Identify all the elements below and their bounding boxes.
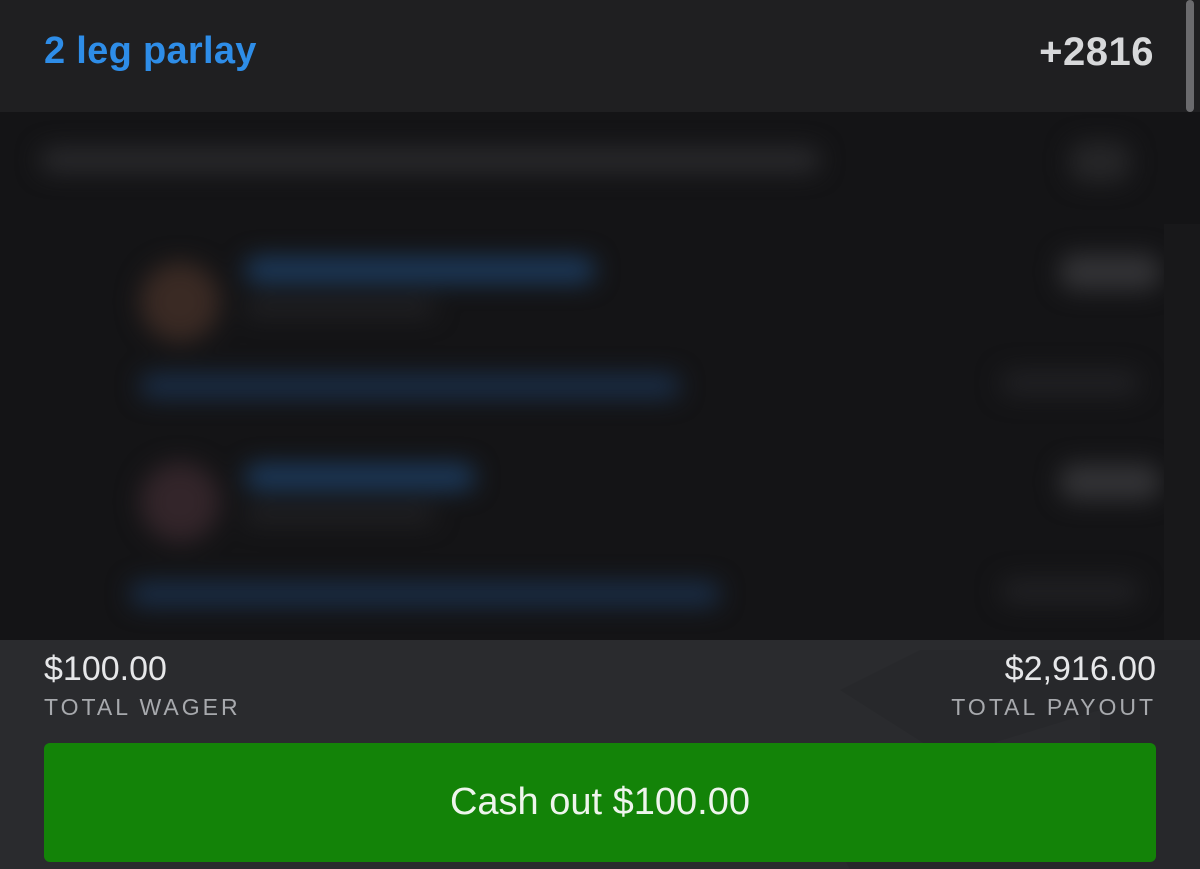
total-wager-amount: $100.00 — [44, 650, 167, 688]
blurred-text — [245, 257, 595, 283]
total-wager-label: TOTAL WAGER — [44, 694, 241, 720]
cash-out-button[interactable]: Cash out $100.00 — [44, 743, 1156, 862]
blurred-text — [245, 464, 475, 490]
blurred-content — [0, 112, 1200, 640]
bet-summary-footer: $100.00 TOTAL WAGER $2,916.00 TOTAL PAYO… — [0, 640, 1200, 869]
total-payout-amount: $2,916.00 — [1004, 650, 1156, 688]
scrollbar-track[interactable] — [1164, 224, 1200, 640]
blurred-icon — [1070, 142, 1130, 182]
bet-card: 2 leg parlay +2816 $100.00 TOTAL WAGER $… — [0, 0, 1200, 869]
bet-header[interactable]: 2 leg parlay +2816 — [0, 0, 1200, 112]
blurred-legs-area — [0, 112, 1200, 640]
scrollbar-thumb[interactable] — [1186, 0, 1194, 112]
blurred-text — [130, 582, 720, 606]
blurred-text — [1000, 370, 1140, 396]
parlay-odds: +2816 — [1039, 30, 1154, 74]
blurred-text — [40, 148, 820, 172]
blurred-text — [1000, 578, 1140, 604]
blurred-odds — [1060, 464, 1160, 500]
blurred-odds — [1060, 254, 1160, 290]
blurred-team-logo — [140, 262, 220, 342]
blurred-team-logo — [140, 462, 220, 542]
total-payout-label: TOTAL PAYOUT — [951, 694, 1156, 720]
blurred-text — [245, 507, 435, 523]
blurred-text — [245, 300, 435, 316]
parlay-title[interactable]: 2 leg parlay — [44, 30, 257, 73]
blurred-text — [140, 374, 680, 398]
